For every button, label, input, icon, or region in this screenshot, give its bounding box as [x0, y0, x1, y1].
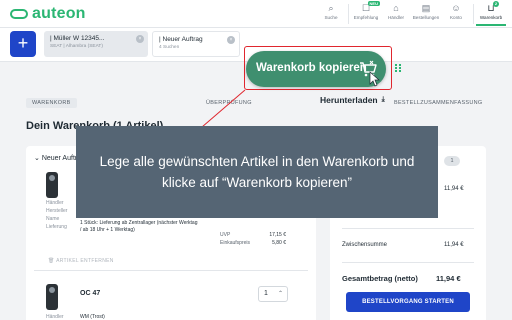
nav-label: Konto	[449, 15, 462, 20]
nav-divider	[348, 4, 349, 24]
download-icon: ⤓	[381, 96, 385, 103]
cart-tab-mueller[interactable]: | Müller W 12345... SEAT | Alhambra (SEA…	[44, 31, 148, 57]
copy-cart-button[interactable]: Warenkorb kopieren	[246, 51, 386, 87]
uvp-value: 17,15 €	[269, 232, 286, 238]
nav-divider	[473, 4, 474, 24]
cart-copy-icon	[360, 60, 377, 77]
top-navigation-bar: auteon ⌕ Suche NEU ☐ Empfehlung ⌂ Händle…	[0, 0, 512, 28]
add-cart-button[interactable]: +	[10, 31, 36, 57]
trash-icon: 🗑	[48, 258, 57, 264]
line-total: 11,94 €	[444, 186, 464, 192]
step-cart[interactable]: WARENKORB	[26, 98, 77, 108]
nav-label: Suche	[324, 15, 338, 20]
download-label: Herunterladen	[320, 95, 378, 105]
account-icon: ☺	[451, 3, 461, 13]
close-icon[interactable]: ×	[136, 35, 144, 43]
product-name: OC 47	[80, 290, 101, 297]
close-icon[interactable]: ×	[227, 36, 235, 44]
checkout-steps: WARENKORB ÜBERPRÜFUNG Herunterladen ⤓ BE…	[26, 95, 486, 110]
dealer-icon: ⌂	[393, 3, 399, 13]
uvp-label: UVP	[220, 232, 231, 238]
step-review[interactable]: ÜBERPRÜFUNG	[206, 100, 252, 106]
product-image	[46, 284, 58, 310]
cart-tab-subtitle: SEAT | Alhambra (SEAT)	[50, 44, 103, 49]
cart-tab-title: | Müller W 12345...	[50, 35, 105, 42]
manufacturer-label: Hersteller	[46, 208, 68, 214]
delivery-info: 1 Stück: Lieferung ab Zentrallager (näch…	[80, 220, 198, 233]
nav-search[interactable]: ⌕ Suche	[316, 2, 346, 26]
quantity-value: 1	[264, 290, 268, 297]
cart-count-badge: 2	[493, 1, 499, 7]
dealer-label: Händler	[46, 200, 64, 206]
nav-label: Empfehlung	[353, 15, 379, 20]
copy-cart-label: Warenkorb kopieren	[256, 62, 367, 74]
subtotal-value: 11,94 €	[444, 242, 464, 248]
summary-divider	[342, 228, 474, 229]
nav-label: Händler	[387, 15, 405, 20]
grid-menu-icon[interactable]	[395, 64, 401, 72]
dealer-value: WM (Trost)	[80, 314, 105, 320]
item-count-badge: 1	[444, 156, 460, 166]
name-label: Name	[46, 216, 60, 222]
dealer-label: Händler	[46, 314, 64, 320]
cart-tab-subtitle: 4 Suchen	[159, 45, 180, 50]
subtotal-label: Zwischensumme	[342, 242, 388, 248]
remove-item-label: ARTIKEL ENTFERNEN	[56, 258, 114, 264]
nav-orders[interactable]: ▤ Bestellungen	[411, 2, 441, 26]
cart-tab-title: | Neuer Auftrag	[159, 36, 203, 43]
main-nav: ⌕ Suche NEU ☐ Empfehlung ⌂ Händler ▤ Bes…	[316, 1, 506, 26]
nav-label: Bestellungen	[412, 15, 440, 20]
search-icon: ⌕	[328, 3, 334, 13]
product-image	[46, 172, 58, 198]
brand-logo[interactable]: auteon	[10, 6, 86, 22]
instruction-tooltip: Lege alle gewünschten Artikel in den War…	[76, 126, 438, 218]
start-checkout-button[interactable]: BESTELLVORGANG STARTEN	[346, 292, 470, 312]
delivery-label: Lieferung	[46, 224, 67, 230]
step-summary[interactable]: BESTELLZUSAMMENFASSUNG	[394, 100, 483, 106]
chevron-up-icon: ⌃	[277, 291, 283, 297]
summary-divider	[342, 262, 474, 263]
purchase-price-value: 5,80 €	[272, 240, 286, 246]
logo-icon	[10, 9, 28, 19]
download-button[interactable]: Herunterladen ⤓	[320, 95, 385, 105]
chevron-down-icon: ⌄	[34, 155, 42, 162]
nav-account[interactable]: ☺ Konto	[441, 2, 471, 26]
tooltip-text: Lege alle gewünschten Artikel in den War…	[99, 154, 415, 190]
total-label: Gesamtbetrag (netto)	[342, 274, 418, 283]
item-divider	[34, 270, 308, 271]
total-value: 11,94 €	[436, 274, 461, 283]
quantity-select[interactable]: 1 ⌃	[258, 286, 288, 302]
plus-icon: +	[17, 33, 29, 53]
purchase-price-label: Einkaufspreis	[220, 240, 251, 246]
new-badge: NEU	[367, 1, 380, 6]
nav-label: Warenkorb	[479, 15, 503, 20]
nav-dealer[interactable]: ⌂ Händler	[381, 2, 411, 26]
nav-cart[interactable]: 2 ⊔ Warenkorb	[476, 1, 506, 26]
nav-recommend[interactable]: NEU ☐ Empfehlung	[351, 1, 381, 26]
cart-tab-new-order[interactable]: | Neuer Auftrag 4 Suchen ×	[152, 31, 240, 57]
orders-icon: ▤	[421, 3, 431, 13]
brand-name: auteon	[32, 5, 86, 22]
remove-item-button[interactable]: 🗑 ARTIKEL ENTFERNEN	[48, 258, 114, 264]
